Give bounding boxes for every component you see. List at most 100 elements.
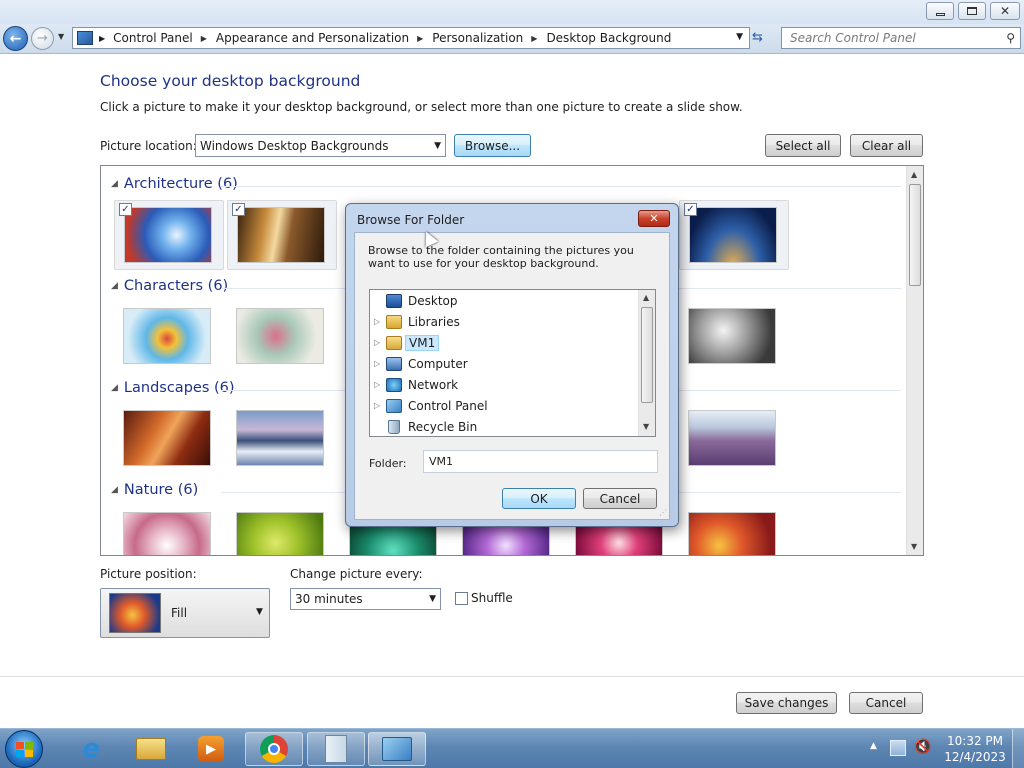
- picture-thumbnail[interactable]: [236, 512, 324, 555]
- category-characters[interactable]: ◢ Characters (6): [111, 278, 901, 294]
- category-landscapes[interactable]: ◢ Landscapes (6): [111, 380, 901, 396]
- picture-thumbnail[interactable]: [123, 308, 211, 364]
- tree-item-vm1[interactable]: ▷ VM1: [374, 333, 440, 352]
- scroll-thumb[interactable]: [641, 307, 653, 403]
- breadcrumb-chevron-icon[interactable]: ▶: [531, 34, 537, 43]
- address-root-chevron-icon[interactable]: ▶: [99, 34, 105, 43]
- recent-pages-dropdown-icon[interactable]: ▼: [58, 32, 64, 41]
- volume-muted-icon[interactable]: 🔇: [914, 739, 931, 755]
- taskbar-internet-explorer[interactable]: e: [62, 732, 120, 766]
- scroll-up-icon[interactable]: ▲: [911, 170, 917, 179]
- refresh-icon[interactable]: ⇆: [752, 30, 763, 45]
- tree-item-desktop[interactable]: Desktop: [374, 291, 458, 310]
- tree-item-recycle-bin[interactable]: Recycle Bin: [374, 417, 477, 436]
- page-subtitle: Click a picture to make it your desktop …: [100, 100, 743, 114]
- category-architecture[interactable]: ◢ Architecture (6): [111, 176, 901, 192]
- search-icon[interactable]: ⚲: [1006, 28, 1015, 48]
- picture-thumbnail[interactable]: [123, 410, 211, 466]
- collapse-icon[interactable]: ◢: [111, 485, 118, 495]
- picture-checkbox[interactable]: ✓: [119, 203, 132, 216]
- picture-checkbox[interactable]: ✓: [232, 203, 245, 216]
- taskbar-media-player[interactable]: ▶: [182, 732, 240, 766]
- picture-tile[interactable]: ✓: [679, 200, 789, 270]
- breadcrumb-control-panel[interactable]: Control Panel ▶: [113, 31, 216, 45]
- expand-arrow-icon[interactable]: ▷: [374, 359, 386, 368]
- address-field[interactable]: ▶ Control Panel ▶ Appearance and Personal…: [72, 27, 750, 49]
- tree-item-computer[interactable]: ▷ Computer: [374, 354, 468, 373]
- select-all-button[interactable]: Select all: [765, 134, 841, 157]
- category-nature[interactable]: ◢ Nature (6): [111, 482, 901, 498]
- picture-thumbnail[interactable]: [688, 410, 776, 466]
- breadcrumb-chevron-icon[interactable]: ▶: [201, 34, 207, 43]
- expand-arrow-icon[interactable]: ▷: [374, 380, 386, 389]
- scroll-up-icon[interactable]: ▲: [643, 293, 649, 302]
- clear-all-button[interactable]: Clear all: [850, 134, 923, 157]
- picture-tile[interactable]: ✓: [114, 200, 224, 270]
- show-hidden-icons-button[interactable]: ▲: [870, 741, 877, 751]
- search-input[interactable]: Search Control Panel ⚲: [781, 27, 1021, 49]
- scroll-down-icon[interactable]: ▼: [643, 422, 649, 431]
- close-window-button[interactable]: ✕: [990, 2, 1020, 20]
- picture-position-label: Picture position:: [100, 567, 197, 581]
- collapse-icon[interactable]: ◢: [111, 383, 118, 393]
- breadcrumb-personalization[interactable]: Personalization ▶: [432, 31, 546, 45]
- change-picture-interval-select[interactable]: 30 minutes ▼: [290, 588, 441, 610]
- dialog-close-button[interactable]: ✕: [638, 210, 670, 227]
- network-icon: [386, 377, 402, 392]
- picture-checkbox[interactable]: ✓: [684, 203, 697, 216]
- folder-tree-scrollbar[interactable]: ▲ ▼: [638, 290, 655, 436]
- breadcrumb-chevron-icon[interactable]: ▶: [417, 34, 423, 43]
- tree-item-libraries[interactable]: ▷ Libraries: [374, 312, 460, 331]
- breadcrumb-appearance[interactable]: Appearance and Personalization ▶: [216, 31, 432, 45]
- picture-tile[interactable]: ✓: [227, 200, 337, 270]
- expand-arrow-icon[interactable]: ▷: [374, 317, 386, 326]
- taskbar-chrome[interactable]: [245, 732, 303, 766]
- taskbar-control-panel[interactable]: [368, 732, 426, 766]
- picture-thumbnail[interactable]: [236, 410, 324, 466]
- expand-arrow-icon[interactable]: ▷: [374, 338, 386, 347]
- picture-thumbnail[interactable]: [688, 512, 776, 555]
- scroll-down-icon[interactable]: ▼: [911, 542, 917, 551]
- minimize-icon: [935, 12, 945, 16]
- folder-name-field[interactable]: VM1: [423, 450, 658, 473]
- picture-location-select[interactable]: Windows Desktop Backgrounds ▼: [195, 134, 446, 157]
- address-dropdown-icon[interactable]: ▼: [736, 32, 743, 42]
- search-placeholder: Search Control Panel: [790, 31, 916, 45]
- shuffle-checkbox[interactable]: [455, 592, 468, 605]
- dialog-ok-button[interactable]: OK: [502, 488, 576, 509]
- show-desktop-button[interactable]: [1012, 729, 1024, 768]
- tree-item-label: VM1: [405, 334, 440, 351]
- cancel-button[interactable]: Cancel: [849, 692, 923, 714]
- start-button[interactable]: [5, 730, 43, 768]
- expand-arrow-icon[interactable]: ▷: [374, 401, 386, 410]
- breadcrumb-desktop-background[interactable]: Desktop Background: [546, 31, 671, 45]
- save-changes-button[interactable]: Save changes: [736, 692, 837, 714]
- resize-grip-icon[interactable]: ⋰: [659, 508, 667, 517]
- position-preview-thumbnail: [109, 593, 161, 633]
- collapse-icon[interactable]: ◢: [111, 179, 118, 189]
- tree-item-control-panel[interactable]: ▷ Control Panel: [374, 396, 488, 415]
- network-icon[interactable]: [890, 740, 906, 756]
- picture-thumbnail[interactable]: [123, 512, 211, 555]
- scroll-thumb[interactable]: [909, 184, 921, 286]
- back-button[interactable]: ←: [3, 26, 28, 51]
- picture-position-select[interactable]: Fill ▼: [100, 588, 270, 638]
- taskbar-windows-explorer[interactable]: [122, 732, 180, 766]
- restore-button[interactable]: [958, 2, 986, 20]
- dialog-cancel-button[interactable]: Cancel: [583, 488, 657, 509]
- windows-logo-icon: [15, 741, 33, 757]
- tree-item-network[interactable]: ▷ Network: [374, 375, 458, 394]
- footer-divider: [0, 676, 1024, 677]
- browse-button[interactable]: Browse...: [454, 134, 531, 157]
- picture-thumbnail[interactable]: [236, 308, 324, 364]
- category-label: Nature (6): [123, 482, 199, 498]
- taskbar-notepad[interactable]: [307, 732, 365, 766]
- forward-button[interactable]: →: [31, 27, 54, 50]
- picture-thumbnail[interactable]: [688, 308, 776, 364]
- folder-tree[interactable]: Desktop ▷ Libraries ▷ VM1 ▷ Computer ▷ N…: [369, 289, 656, 437]
- minimize-button[interactable]: [926, 2, 954, 20]
- picture-grid-scrollbar[interactable]: ▲ ▼: [906, 166, 923, 555]
- notepad-icon: [325, 735, 347, 763]
- clock[interactable]: 10:32 PM 12/4/2023: [944, 733, 1006, 765]
- collapse-icon[interactable]: ◢: [111, 281, 118, 291]
